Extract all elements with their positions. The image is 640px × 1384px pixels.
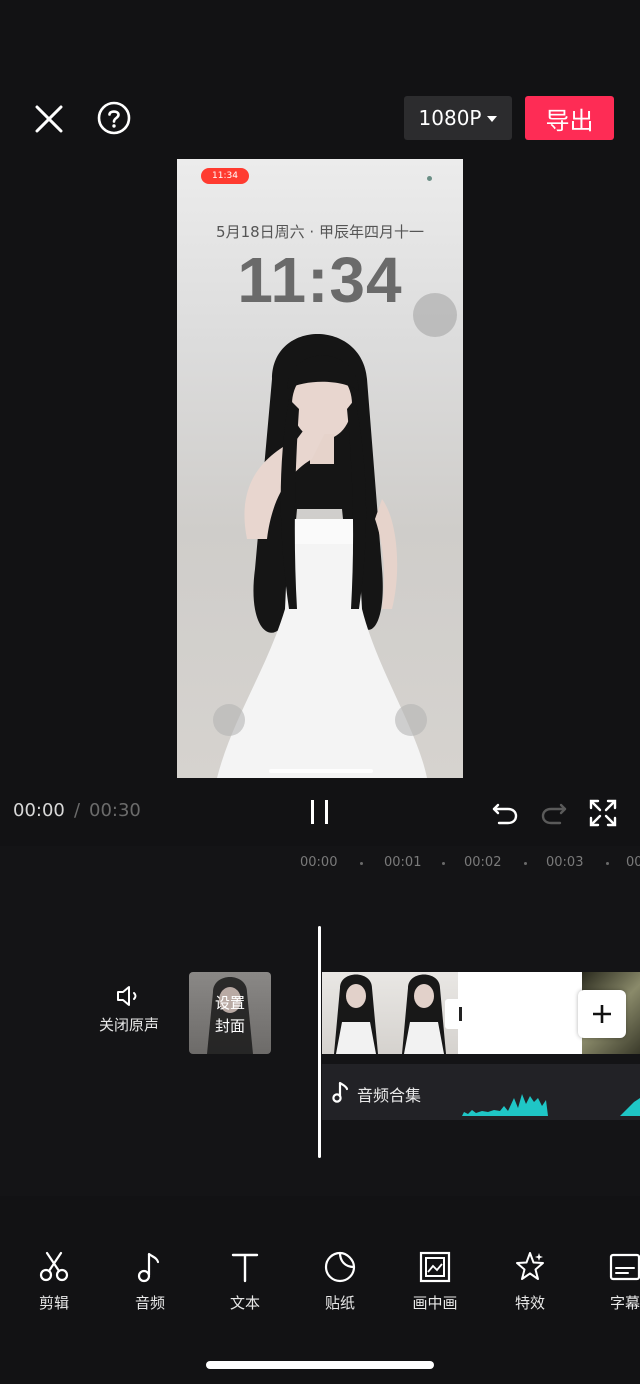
fullscreen-button[interactable]	[586, 796, 620, 830]
close-button[interactable]	[30, 100, 68, 138]
effects-star-icon	[516, 1252, 544, 1280]
ruler-label: 00:00	[300, 855, 338, 870]
transition-button[interactable]	[445, 999, 475, 1029]
help-icon	[97, 101, 131, 135]
cover-label: 设置 封面	[189, 992, 271, 1038]
preview-home-indicator	[269, 769, 373, 773]
undo-button[interactable]	[489, 797, 521, 829]
pause-icon	[311, 800, 328, 824]
status-pill: 11:34	[201, 168, 249, 184]
close-icon	[35, 105, 63, 133]
tool-audio[interactable]: 音频	[115, 1250, 185, 1313]
tool-subtitle[interactable]: 字幕	[590, 1250, 640, 1313]
plus-icon	[593, 1005, 611, 1023]
help-button[interactable]	[95, 99, 133, 137]
chevron-down-icon	[487, 116, 498, 122]
tool-label: 字幕	[609, 1294, 640, 1312]
video-preview[interactable]: 11:34 5月18日周六 · 甲辰年四月十一 11:34	[177, 159, 463, 778]
fullscreen-icon	[589, 799, 617, 827]
audio-track-label: 音频合集	[357, 1086, 422, 1105]
scissors-icon	[39, 1251, 69, 1282]
tool-picture-in-picture[interactable]: 画中画	[400, 1250, 470, 1313]
clip-thumbnail	[322, 972, 390, 1054]
speaker-icon	[117, 986, 137, 1006]
tool-label: 文本	[229, 1294, 260, 1312]
time-separator: /	[74, 800, 81, 821]
tool-label: 音频	[134, 1294, 165, 1312]
ruler-dot	[360, 862, 363, 865]
subtitle-icon	[609, 1253, 640, 1281]
music-note-icon	[332, 1081, 349, 1103]
audio-waveform-tail	[620, 1098, 640, 1116]
tool-label: 画中画	[412, 1294, 458, 1312]
home-indicator	[206, 1361, 434, 1369]
cover-label-line2: 封面	[214, 1017, 245, 1035]
set-cover-button[interactable]: 设置 封面	[189, 972, 271, 1054]
add-clip-button[interactable]	[578, 990, 626, 1038]
audio-waveform	[462, 1094, 548, 1116]
tool-edit[interactable]: 剪辑	[19, 1250, 89, 1313]
export-button[interactable]: 导出	[525, 96, 614, 140]
transition-icon	[458, 1007, 462, 1021]
tool-label: 贴纸	[324, 1294, 355, 1312]
ruler-label: 00:03	[546, 855, 584, 870]
cover-label-line1: 设置	[214, 994, 245, 1012]
text-icon	[231, 1253, 259, 1283]
status-dot	[427, 176, 432, 181]
undo-icon	[492, 803, 518, 825]
redo-button[interactable]	[538, 797, 570, 829]
ruler-dot	[442, 862, 445, 865]
tool-effects[interactable]: 特效	[495, 1250, 565, 1313]
mute-original-audio-button[interactable]: 关闭原声	[92, 984, 166, 1035]
lockscreen-date: 5月18日周六 · 甲辰年四月十一	[216, 223, 424, 241]
ruler-label: 00:01	[384, 855, 422, 870]
current-time: 00:00	[13, 800, 65, 821]
ruler-label: 00	[626, 855, 640, 870]
picture-in-picture-icon	[419, 1251, 451, 1283]
resolution-dropdown[interactable]: 1080P	[404, 96, 512, 140]
ruler-label: 00:02	[464, 855, 502, 870]
mute-label: 关闭原声	[98, 1016, 159, 1034]
status-pill-text: 11:34	[212, 171, 238, 181]
playhead[interactable]	[318, 926, 321, 1158]
ruler-dot	[524, 862, 527, 865]
tool-label: 特效	[514, 1294, 545, 1312]
music-note-icon	[137, 1252, 160, 1283]
pause-button[interactable]	[303, 795, 337, 829]
tool-label: 剪辑	[38, 1294, 69, 1312]
tool-sticker[interactable]: 贴纸	[305, 1250, 375, 1313]
flashlight-button	[213, 704, 245, 736]
ruler-dot	[606, 862, 609, 865]
camera-button	[395, 704, 427, 736]
redo-icon	[541, 803, 567, 825]
export-label: 导出	[545, 106, 594, 135]
tool-text[interactable]: 文本	[210, 1250, 280, 1313]
total-time: 00:30	[89, 800, 141, 821]
sticker-icon	[324, 1251, 356, 1283]
resolution-label: 1080P	[418, 106, 482, 130]
